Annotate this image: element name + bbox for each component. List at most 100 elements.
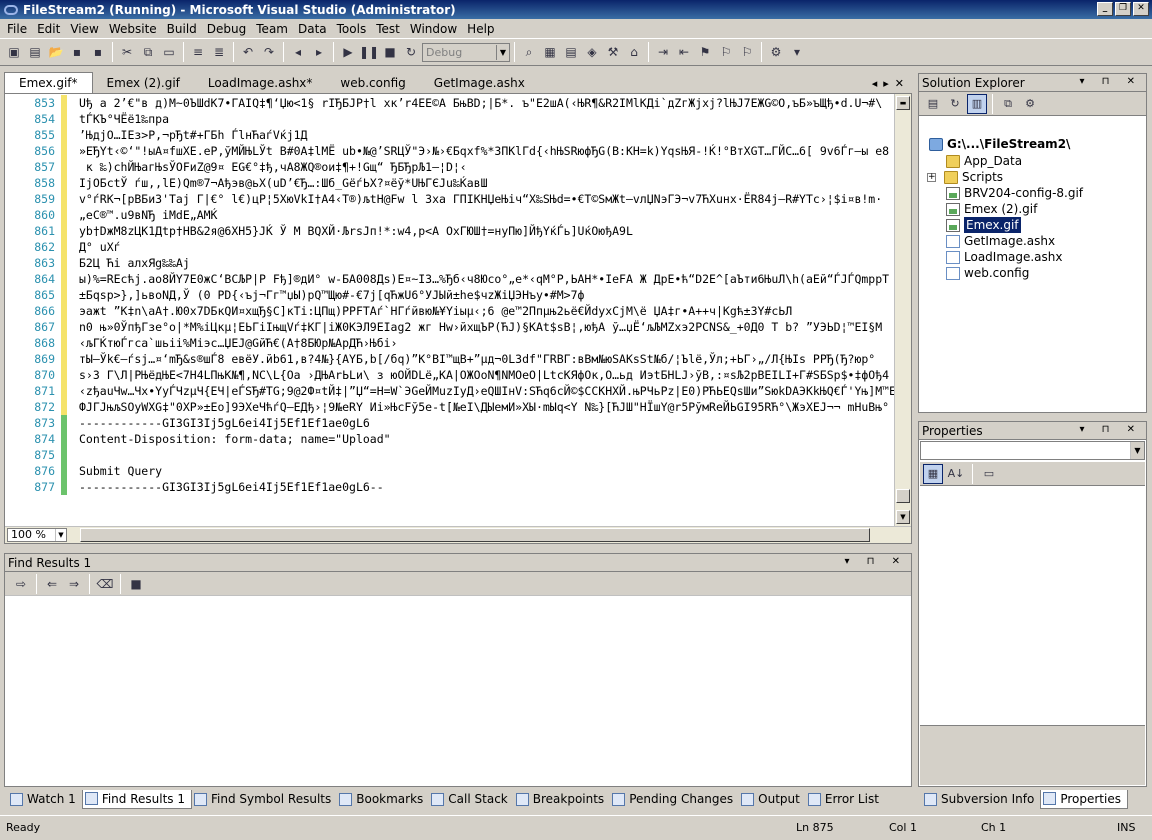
indent-icon[interactable]: ⇥	[653, 42, 673, 62]
expand-icon[interactable]: +	[927, 172, 936, 182]
doc-tab[interactable]: Emex.gif*	[4, 72, 93, 93]
undo-icon[interactable]: ↶	[238, 42, 258, 62]
copy-icon[interactable]: ⧉	[138, 42, 158, 62]
paste-icon[interactable]: ▭	[159, 42, 179, 62]
outdent-icon[interactable]: ⇤	[674, 42, 694, 62]
options-icon[interactable]: ▾	[787, 42, 807, 62]
add-item-icon[interactable]: ▤	[25, 42, 45, 62]
menu-file[interactable]: File	[2, 22, 32, 36]
refresh-icon[interactable]: ↻	[945, 94, 965, 114]
bookmark-icon[interactable]: ⚑	[695, 42, 715, 62]
stop-find-icon[interactable]: ■	[126, 574, 146, 594]
close-button[interactable]: ✕	[1133, 2, 1149, 16]
show-all-files-icon[interactable]: ▥	[967, 93, 987, 114]
find-in-files-icon[interactable]: ⌕	[519, 42, 539, 62]
tool-tab-pending-changes[interactable]: Pending Changes	[610, 790, 739, 809]
menu-build[interactable]: Build	[162, 22, 202, 36]
solution-configuration-combo[interactable]: Debug ▼	[422, 42, 510, 62]
clear-all-icon[interactable]: ⌫	[95, 574, 115, 594]
tab-strip-controls[interactable]: ◂▸✕	[872, 77, 910, 90]
menu-data[interactable]: Data	[293, 22, 332, 36]
doc-tab[interactable]: Emex (2).gif	[93, 73, 194, 93]
alphabetical-icon[interactable]: A↓	[946, 464, 966, 484]
new-project-icon[interactable]: ▣	[4, 42, 24, 62]
minimize-button[interactable]: _	[1097, 2, 1113, 16]
restore-button[interactable]: ❐	[1115, 2, 1131, 16]
tree-item[interactable]: BRV204-config-8.gif	[946, 185, 1083, 201]
menu-website[interactable]: Website	[104, 22, 162, 36]
properties-window-icon[interactable]: ▤	[561, 42, 581, 62]
doc-tab[interactable]: GetImage.ashx	[420, 73, 539, 93]
hex-text-editor[interactable]: 853 Uђ а 2’€"в д)M~0ЪШdK7•ГАIQ‡¶ʻЏю<1§ rI…	[4, 93, 912, 544]
tree-item[interactable]: Emex.gif	[946, 217, 1021, 233]
menu-team[interactable]: Team	[251, 22, 293, 36]
panel-controls[interactable]: ▾ ⊓ ✕	[844, 556, 907, 567]
zoom-combo[interactable]: 100 % ▼	[7, 528, 67, 542]
tree-item[interactable]: App_Data	[946, 153, 1022, 169]
menu-help[interactable]: Help	[462, 22, 499, 36]
categorized-icon[interactable]: ▦	[923, 463, 943, 484]
tree-item[interactable]: web.config	[946, 265, 1029, 281]
solution-explorer-icon[interactable]: ▦	[540, 42, 560, 62]
menu-tools[interactable]: Tools	[332, 22, 372, 36]
panel-controls[interactable]: ▾ ⊓ ✕	[1079, 424, 1142, 435]
redo-icon[interactable]: ↷	[259, 42, 279, 62]
tree-item[interactable]: LoadImage.ashx	[946, 249, 1063, 265]
scroll-down-icon[interactable]: ▼	[896, 510, 910, 524]
next-bookmark-icon[interactable]: ⚐	[737, 42, 757, 62]
break-all-icon[interactable]: ❚❚	[359, 42, 379, 62]
tree-item[interactable]: GetImage.ashx	[946, 233, 1055, 249]
cut-icon[interactable]: ✂	[117, 42, 137, 62]
navigate-forward-icon[interactable]: ▸	[309, 42, 329, 62]
navigate-backward-icon[interactable]: ◂	[288, 42, 308, 62]
stop-debugging-icon[interactable]: ■	[380, 42, 400, 62]
menu-test[interactable]: Test	[371, 22, 405, 36]
next-result-icon[interactable]: ⇒	[64, 574, 84, 594]
editor-horizontal-scrollbar[interactable]: 100 % ▼	[5, 526, 911, 543]
menu-view[interactable]: View	[65, 22, 103, 36]
prev-bookmark-icon[interactable]: ⚐	[716, 42, 736, 62]
tool-tab-subversion-info[interactable]: Subversion Info	[922, 790, 1040, 809]
tool-tab-breakpoints[interactable]: Breakpoints	[514, 790, 610, 809]
copy-website-icon[interactable]: ⧉	[998, 94, 1018, 114]
menu-debug[interactable]: Debug	[202, 22, 251, 36]
tool-tab-bookmarks[interactable]: Bookmarks	[337, 790, 429, 809]
tree-item[interactable]: G:\...\FileStream2\	[929, 136, 1070, 152]
attach-process-icon[interactable]: ⚙	[766, 42, 786, 62]
tool-tab-error-list[interactable]: Error List	[806, 790, 885, 809]
tool-tab-call-stack[interactable]: Call Stack	[429, 790, 513, 809]
tool-tab-find-symbol-results[interactable]: Find Symbol Results	[192, 790, 337, 809]
horizontal-scroll-thumb[interactable]	[80, 528, 870, 542]
vertical-scroll-thumb[interactable]	[896, 489, 910, 503]
properties-icon[interactable]: ▤	[923, 94, 943, 114]
start-page-icon[interactable]: ⌂	[624, 42, 644, 62]
object-selector-combo[interactable]: ▼	[920, 441, 1145, 460]
split-handle-icon[interactable]: ▬	[896, 96, 910, 110]
doc-tab[interactable]: web.config	[326, 73, 419, 93]
save-all-icon[interactable]: ▪	[88, 42, 108, 62]
tree-item[interactable]: + Scripts	[927, 169, 1003, 185]
doc-tab[interactable]: LoadImage.ashx*	[194, 73, 327, 93]
open-file-icon[interactable]: 📂	[46, 42, 66, 62]
asp-config-icon[interactable]: ⚙	[1020, 94, 1040, 114]
go-to-location-icon[interactable]: ⇨	[11, 574, 31, 594]
editor-vertical-scrollbar[interactable]: ▬ ▼	[894, 94, 911, 526]
tool-tab-output[interactable]: Output	[739, 790, 806, 809]
menu-edit[interactable]: Edit	[32, 22, 65, 36]
toolbox-icon[interactable]: ⚒	[603, 42, 623, 62]
comment-icon[interactable]: ≡	[188, 42, 208, 62]
tool-tab-watch-1[interactable]: Watch 1	[8, 790, 82, 809]
tool-tab-find-results-1[interactable]: Find Results 1	[81, 789, 192, 809]
tool-tab-properties[interactable]: Properties	[1040, 789, 1128, 809]
code-line: 857 к ‰)chЙЊагЊѕЎОFиZ@9¤ ЕG€°‡ђ,чА8ЖQ®ои…	[5, 159, 895, 175]
restart-icon[interactable]: ↻	[401, 42, 421, 62]
menu-window[interactable]: Window	[405, 22, 462, 36]
start-debugging-icon[interactable]: ▶	[338, 42, 358, 62]
tree-item[interactable]: Emex (2).gif	[946, 201, 1037, 217]
prev-result-icon[interactable]: ⇐	[42, 574, 62, 594]
property-pages-icon[interactable]: ▭	[979, 464, 999, 484]
save-icon[interactable]: ▪	[67, 42, 87, 62]
panel-controls[interactable]: ▾ ⊓ ✕	[1079, 76, 1142, 87]
object-browser-icon[interactable]: ◈	[582, 42, 602, 62]
uncomment-icon[interactable]: ≣	[209, 42, 229, 62]
